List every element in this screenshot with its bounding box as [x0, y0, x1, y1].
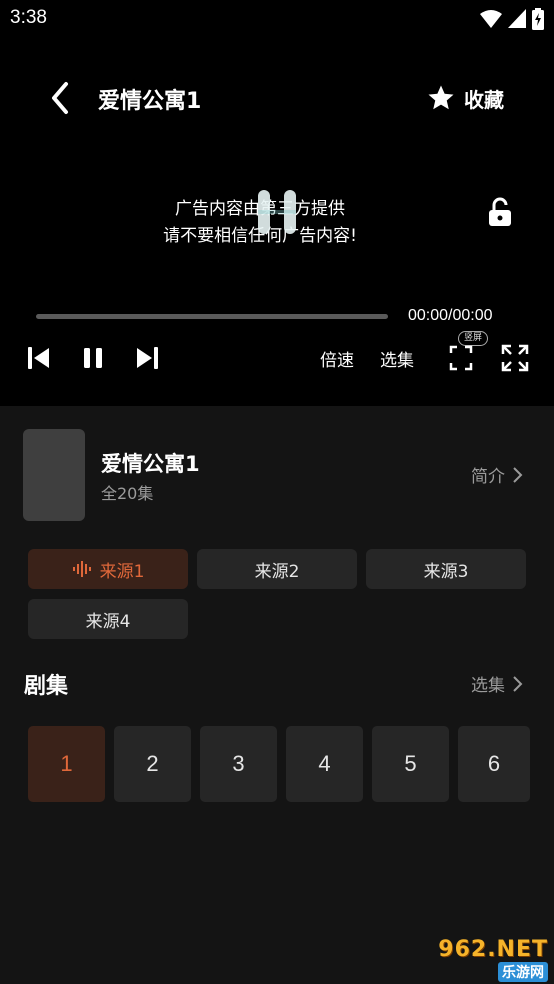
favorite-label: 收藏	[464, 87, 504, 112]
source-button-2[interactable]: 来源2	[197, 549, 357, 589]
detail-panel: 爱情公寓1 全20集 简介 来源1 来源2 来源3 来源4 剧集 选集 1 2 …	[0, 406, 554, 984]
speed-label: 倍速	[320, 350, 354, 371]
wifi-icon	[480, 10, 502, 28]
intro-link[interactable]: 简介	[471, 462, 523, 487]
signal-icon	[508, 9, 526, 28]
chevron-right-icon	[513, 675, 523, 692]
source-button-1[interactable]: 来源1	[28, 549, 188, 589]
status-bar: 3:38	[0, 0, 554, 38]
chevron-left-icon	[52, 82, 68, 114]
source-label: 来源3	[423, 561, 469, 582]
portrait-screen-icon	[449, 345, 473, 371]
select-episodes-link[interactable]: 选集	[471, 671, 523, 696]
episodes-label: 选集	[380, 350, 414, 371]
skip-next-icon	[137, 347, 158, 369]
pause-icon	[84, 348, 102, 368]
status-icons	[480, 6, 544, 32]
player-title: 爱情公寓1	[98, 89, 202, 114]
speed-button[interactable]: 倍速	[316, 342, 358, 374]
episode-button[interactable]: 1	[28, 726, 105, 802]
video-player[interactable]: 爱情公寓1 收藏 广告内容由第三方提供 请不要相信任何广告内容! 00:00/0…	[0, 38, 554, 406]
pause-icon	[258, 190, 296, 234]
select-episodes-label: 选集	[471, 676, 505, 696]
source-label: 来源4	[85, 611, 131, 632]
star-icon	[428, 85, 454, 110]
lock-button[interactable]	[486, 196, 514, 228]
episodes-section-title: 剧集	[24, 674, 69, 699]
cover-image	[23, 429, 85, 521]
episode-button[interactable]: 4	[286, 726, 363, 802]
episode-button[interactable]: 6	[458, 726, 530, 802]
portrait-button[interactable]	[446, 342, 476, 374]
center-pause-button[interactable]	[254, 188, 300, 236]
time-display: 00:00/00:00	[408, 307, 493, 324]
watermark-sub: 乐游网	[498, 962, 548, 982]
episodes-button[interactable]: 选集	[376, 342, 418, 374]
episode-button[interactable]: 2	[114, 726, 191, 802]
source-label: 来源2	[254, 561, 300, 582]
site-watermark: 962.NET 乐游网	[414, 935, 554, 984]
source-label: 来源1	[99, 561, 145, 582]
chevron-right-icon	[513, 466, 523, 483]
audio-wave-icon	[72, 561, 91, 577]
next-button[interactable]	[132, 342, 162, 374]
previous-button[interactable]	[24, 342, 54, 374]
intro-label: 简介	[471, 467, 505, 487]
back-button[interactable]	[42, 78, 78, 118]
episode-button[interactable]: 3	[200, 726, 277, 802]
progress-bar[interactable]	[36, 314, 388, 319]
status-time: 3:38	[10, 7, 47, 28]
skip-previous-icon	[28, 347, 49, 369]
source-button-4[interactable]: 来源4	[28, 599, 188, 639]
favorite-button[interactable]: 收藏	[426, 80, 504, 116]
fullscreen-button[interactable]	[498, 342, 532, 374]
source-button-3[interactable]: 来源3	[366, 549, 526, 589]
drama-title: 爱情公寓1	[101, 452, 200, 476]
play-pause-button[interactable]	[78, 342, 108, 374]
unlock-icon	[489, 197, 511, 226]
fullscreen-icon	[501, 344, 529, 372]
battery-icon	[532, 8, 544, 30]
episode-button[interactable]: 5	[372, 726, 449, 802]
episode-count: 全20集	[101, 484, 154, 503]
watermark-main: 962.NET	[438, 937, 548, 962]
